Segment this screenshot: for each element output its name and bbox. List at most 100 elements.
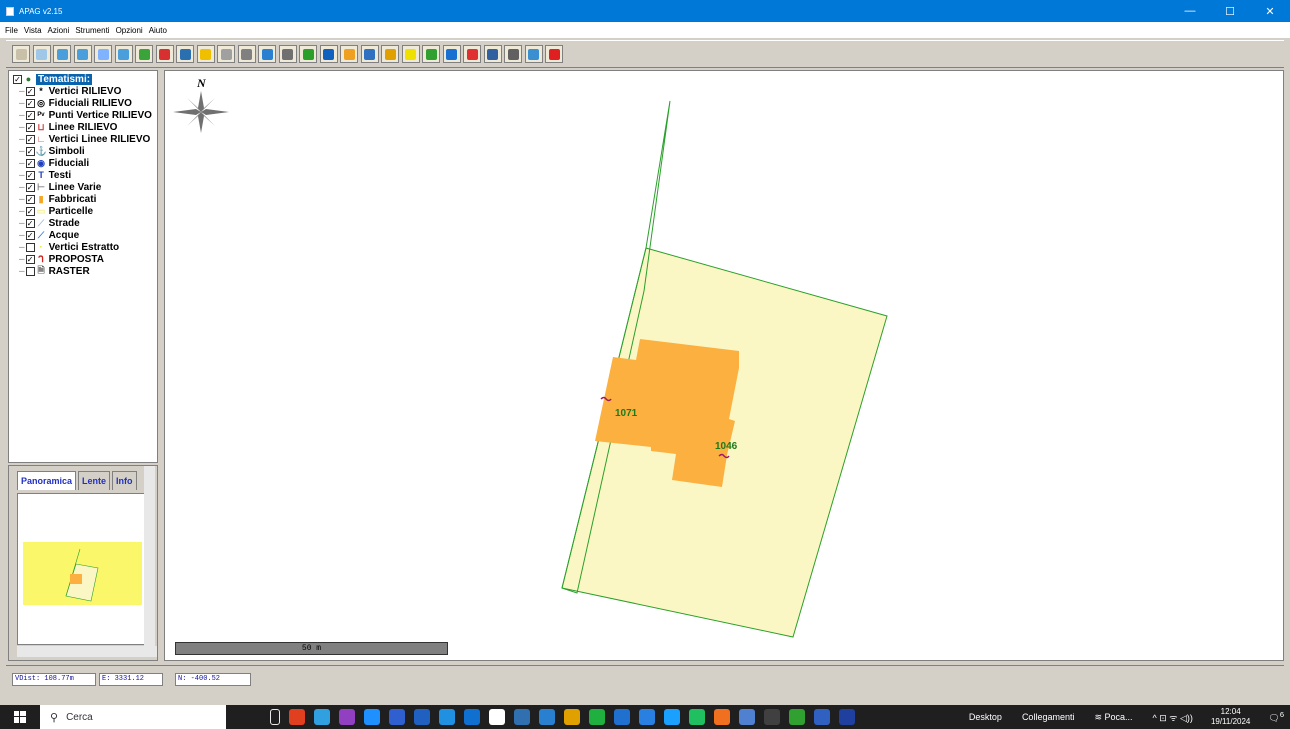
toolbar-button-10[interactable]: [196, 45, 215, 63]
taskbar-app-15[interactable]: [614, 709, 630, 725]
toolbar-button-24[interactable]: [483, 45, 502, 63]
toolbar-button-18[interactable]: [360, 45, 379, 63]
toolbar-button-1[interactable]: [12, 45, 30, 63]
toolbar-links[interactable]: Collegamenti: [1022, 712, 1075, 722]
toolbar-button-12[interactable]: [237, 45, 256, 63]
taskbar-app-9[interactable]: [464, 709, 480, 725]
layer-checkbox[interactable]: ✓: [25, 134, 35, 144]
tab-lente[interactable]: Lente: [78, 471, 111, 490]
layer-checkbox[interactable]: ✓: [25, 206, 35, 216]
layer-row[interactable]: – ✓ ◎ Fiduciali RILIEVO: [9, 97, 157, 109]
layer-checkbox[interactable]: ✓: [25, 98, 35, 108]
toolbar-button-16[interactable]: [319, 45, 338, 63]
taskbar-app-4[interactable]: [339, 709, 355, 725]
taskbar-app-5[interactable]: [364, 709, 380, 725]
layer-checkbox[interactable]: ✓: [25, 122, 35, 132]
taskbar-app-10[interactable]: [489, 709, 505, 725]
toolbar-button-13[interactable]: [258, 45, 276, 63]
taskbar-app-18[interactable]: [689, 709, 705, 725]
layer-row[interactable]: – ✓ ⊔ Linee RILIEVO: [9, 121, 157, 133]
menu-vista[interactable]: Vista: [24, 26, 42, 35]
layer-row[interactable]: – ✓ ◉ Fiduciali: [9, 157, 157, 169]
toolbar-button-22[interactable]: [442, 45, 461, 63]
toolbar-button-11[interactable]: [217, 45, 235, 63]
toolbar-button-26[interactable]: [524, 45, 543, 63]
weather-widget[interactable]: ≋ Poca...: [1094, 712, 1132, 723]
layer-row[interactable]: – ✓ ⚓ Simboli: [9, 145, 157, 157]
close-button[interactable]: ✕: [1250, 5, 1290, 18]
taskbar-app-11[interactable]: [514, 709, 530, 725]
toolbar-button-14[interactable]: [278, 45, 297, 63]
menu-file[interactable]: File: [5, 26, 18, 35]
taskbar-app-23[interactable]: [814, 709, 830, 725]
layer-row[interactable]: – ✓ ᒉ PROPOSTA: [9, 253, 157, 265]
taskbar-app-14[interactable]: [589, 709, 605, 725]
layer-row[interactable]: – 🗎 RASTER: [9, 265, 157, 277]
toolbar-button-7[interactable]: [135, 45, 153, 63]
maximize-button[interactable]: ☐: [1210, 5, 1250, 18]
layer-checkbox[interactable]: ✓: [25, 170, 35, 180]
layer-checkbox[interactable]: ✓: [25, 230, 35, 240]
toolbar-button-9[interactable]: [176, 45, 194, 63]
overview-map[interactable]: [17, 493, 147, 645]
tray-icons[interactable]: ^ ⊡ ᯤ ◁)): [1153, 711, 1193, 724]
layer-checkbox[interactable]: ✓: [25, 182, 35, 192]
layer-checkbox[interactable]: ✓: [25, 146, 35, 156]
menu-strumenti[interactable]: Strumenti: [75, 26, 109, 35]
toolbar-button-27[interactable]: [545, 45, 563, 63]
toolbar-button-15[interactable]: [299, 45, 317, 63]
tab-panoramica[interactable]: Panoramica: [17, 471, 77, 490]
tab-info[interactable]: Info: [112, 471, 137, 490]
taskbar-app-6[interactable]: [389, 709, 405, 725]
layer-row[interactable]: – ✓ ⊢ Linee Varie: [9, 181, 157, 193]
overview-vertical-scrollbar[interactable]: [144, 466, 155, 651]
toolbar-button-21[interactable]: [422, 45, 440, 63]
taskbar-app-20[interactable]: [739, 709, 755, 725]
toolbar-button-5[interactable]: [94, 45, 112, 63]
taskbar-app-7[interactable]: [414, 709, 430, 725]
menu-opzioni[interactable]: Opzioni: [116, 26, 143, 35]
layer-checkbox[interactable]: ✓: [25, 254, 35, 264]
taskbar-app-3[interactable]: [314, 709, 330, 725]
taskbar-app-2[interactable]: [289, 709, 305, 725]
taskbar-app-16[interactable]: [639, 709, 655, 725]
taskbar-app-22[interactable]: [789, 709, 805, 725]
menu-aiuto[interactable]: Aiuto: [149, 26, 167, 35]
layer-row[interactable]: – ✓ ▮ Fabbricati: [9, 193, 157, 205]
layer-row[interactable]: – · Vertici Estratto: [9, 241, 157, 253]
menu-azioni[interactable]: Azioni: [48, 26, 70, 35]
taskbar-app-19[interactable]: [714, 709, 730, 725]
layer-checkbox[interactable]: [25, 242, 35, 252]
notifications-button[interactable]: 🗨6: [1268, 710, 1284, 724]
tree-root-checkbox[interactable]: ✓: [13, 74, 22, 84]
tree-root[interactable]: ✓ ● Tematismi:: [9, 73, 157, 85]
taskbar-app-1[interactable]: [270, 709, 280, 725]
taskbar-search[interactable]: ⚲ Cerca: [40, 705, 226, 729]
toolbar-button-17[interactable]: [340, 45, 358, 63]
layer-checkbox[interactable]: ✓: [25, 110, 35, 120]
toolbar-button-2[interactable]: [32, 45, 51, 63]
layer-checkbox[interactable]: [25, 266, 35, 276]
toolbar-button-23[interactable]: [463, 45, 481, 63]
layer-row[interactable]: – ✓ ▭ Particelle: [9, 205, 157, 217]
layer-checkbox[interactable]: ✓: [25, 194, 35, 204]
layer-checkbox[interactable]: ✓: [25, 86, 35, 96]
toolbar-button-6[interactable]: [114, 45, 133, 63]
toolbar-desktop[interactable]: Desktop: [969, 712, 1002, 722]
layer-row[interactable]: – ✓ * Vertici RILIEVO: [9, 85, 157, 97]
layer-row[interactable]: – ✓ ∟ Vertici Linee RILIEVO: [9, 133, 157, 145]
taskbar-app-13[interactable]: [564, 709, 580, 725]
layer-checkbox[interactable]: ✓: [25, 158, 35, 168]
toolbar-button-8[interactable]: [155, 45, 174, 63]
taskbar-app-17[interactable]: [664, 709, 680, 725]
taskbar-app-8[interactable]: [439, 709, 455, 725]
map-canvas[interactable]: N 1071 1046 50 m: [164, 70, 1284, 661]
taskbar-app-24[interactable]: [839, 709, 855, 725]
toolbar-button-19[interactable]: [381, 45, 399, 63]
layer-row[interactable]: – ✓ ⟋ Strade: [9, 217, 157, 229]
start-button[interactable]: [0, 711, 40, 723]
toolbar-button-4[interactable]: [73, 45, 92, 63]
layer-row[interactable]: – ✓ ⟋ Acque: [9, 229, 157, 241]
toolbar-button-25[interactable]: [504, 45, 522, 63]
toolbar-button-20[interactable]: [401, 45, 420, 63]
